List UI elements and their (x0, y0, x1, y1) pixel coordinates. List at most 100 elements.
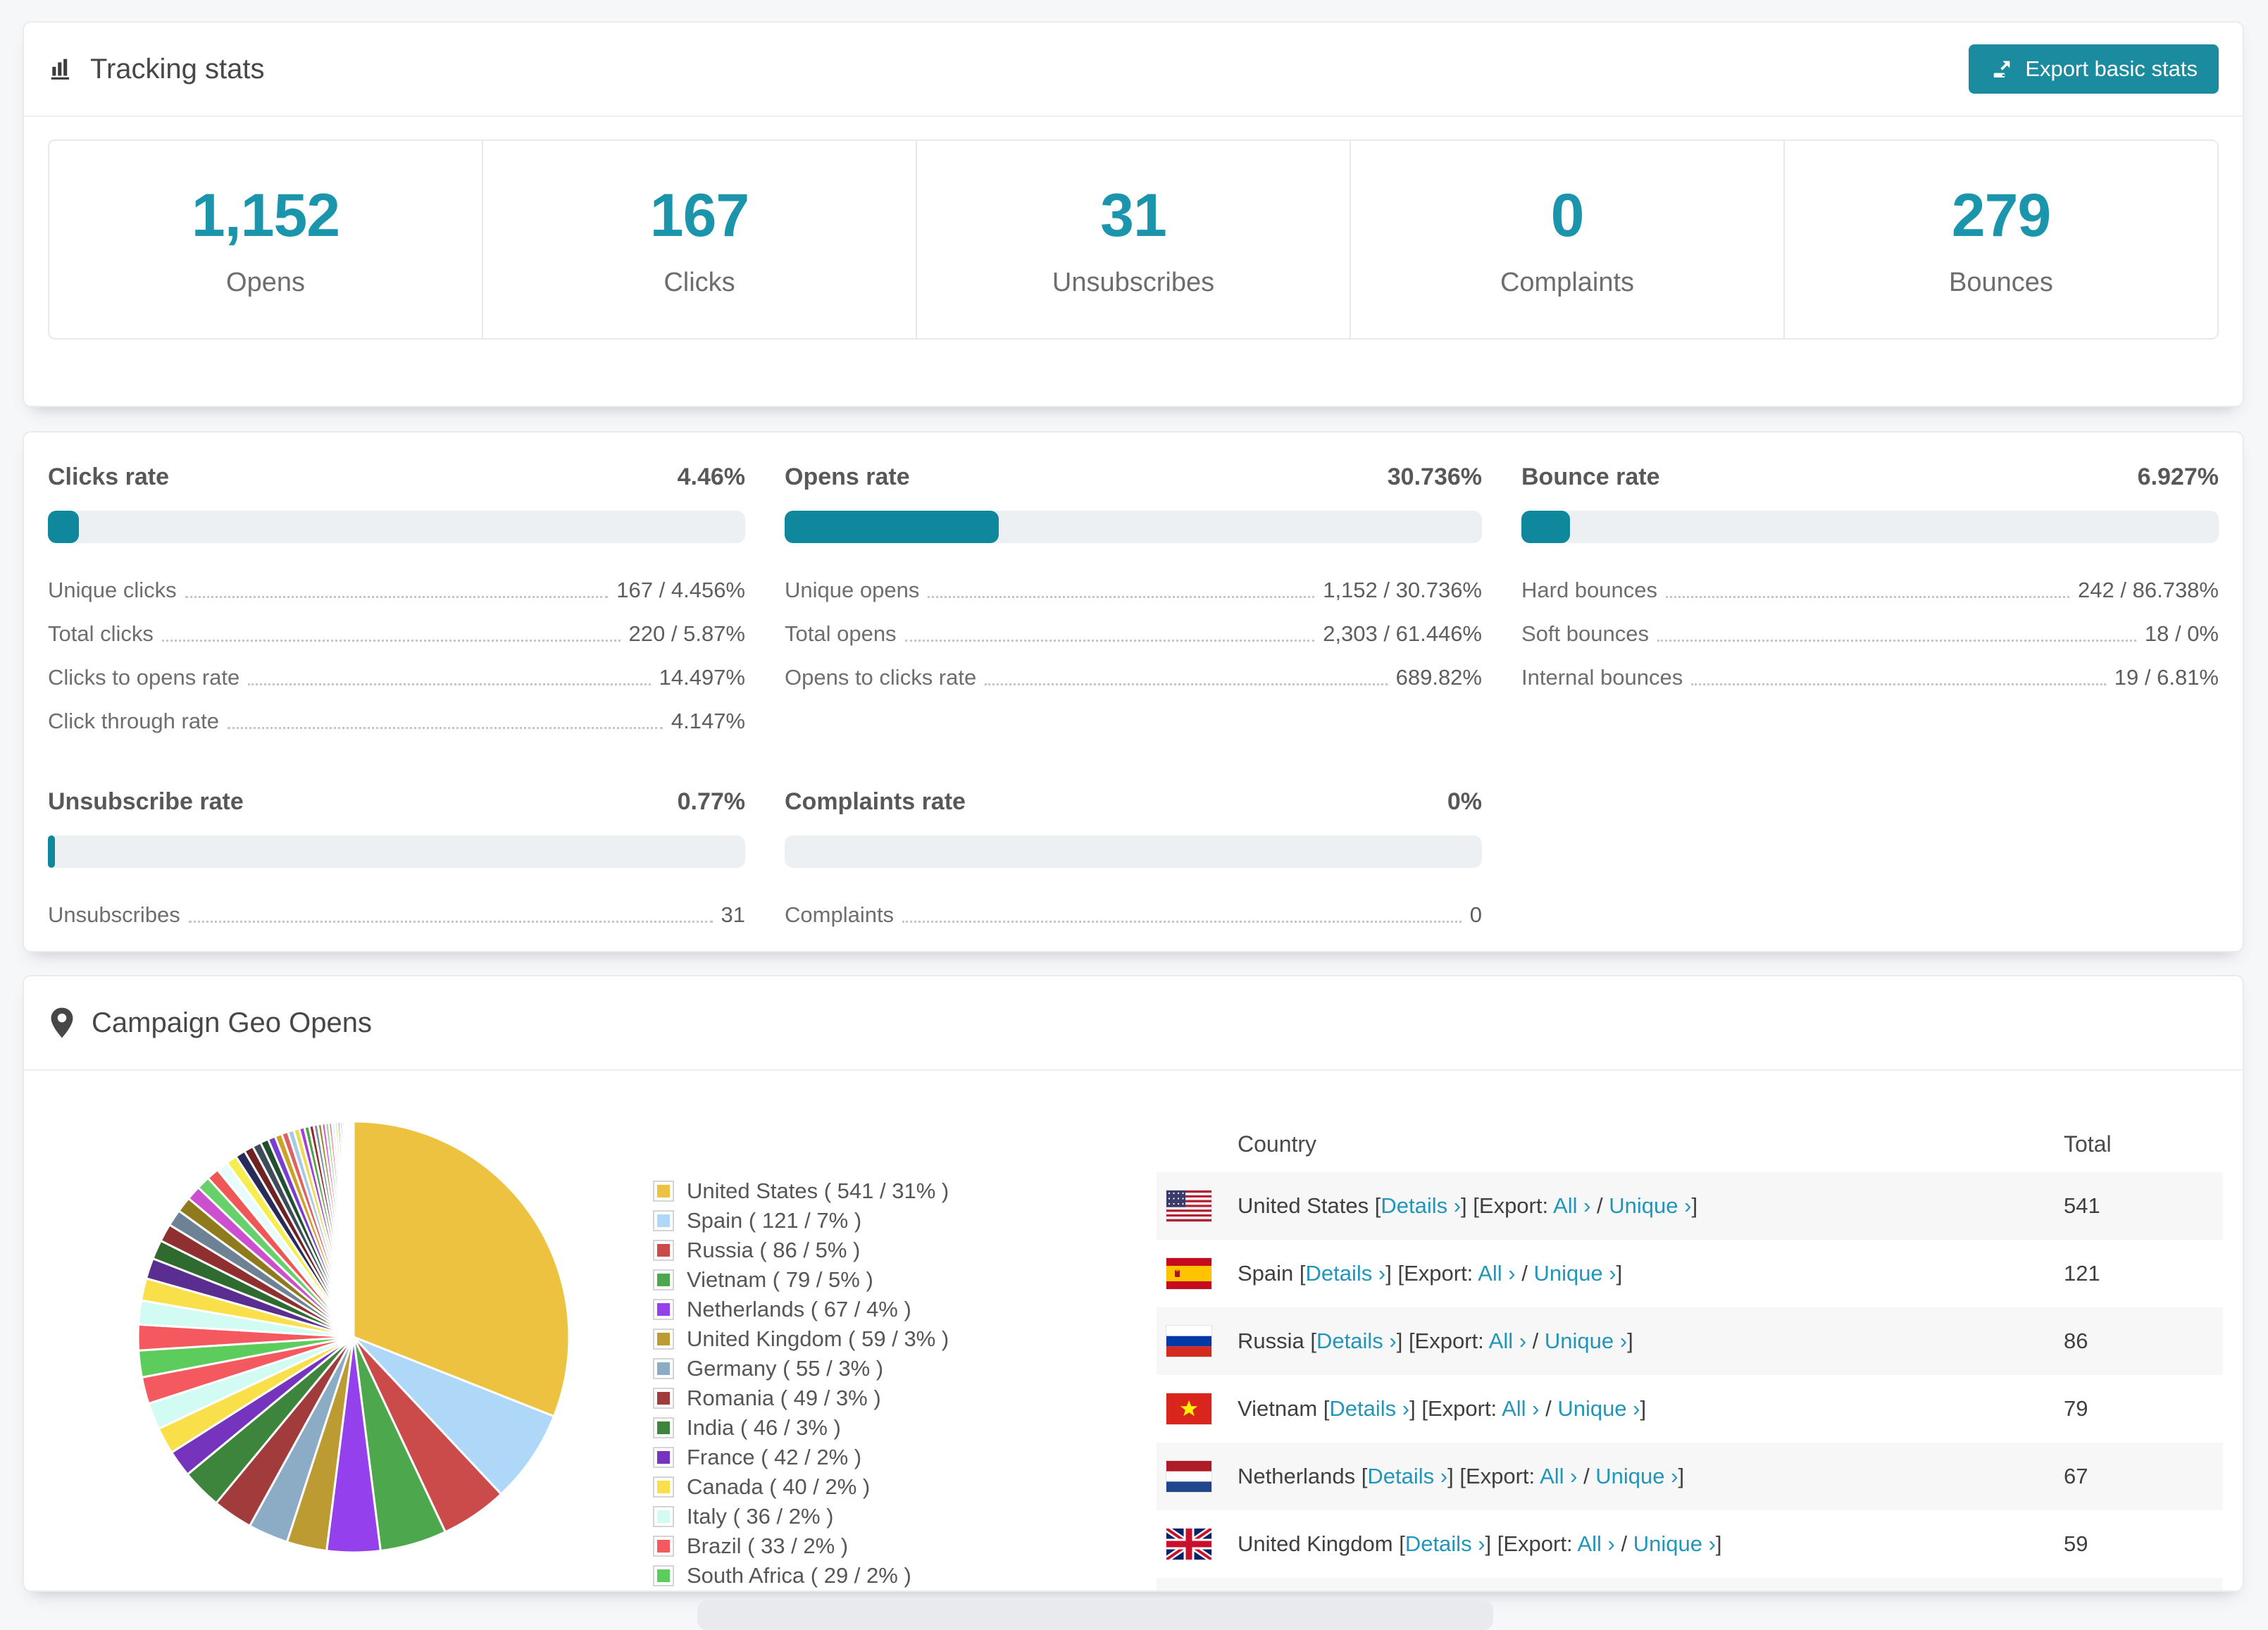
legend-label: Germany ( 55 / 3% ) (687, 1356, 884, 1381)
rate-stat-row: Total opens 2,303 / 61.446% (785, 611, 1482, 654)
summary-stat-cell: 0 Complaints (1350, 141, 1783, 338)
rate-title: Unsubscribe rate (48, 788, 244, 815)
country-table-row: Russia [Details ›] [Export: All › / Uniq… (1157, 1307, 2223, 1375)
legend-label: India ( 46 / 3% ) (687, 1415, 841, 1440)
summary-stat-value: 1,152 (191, 182, 340, 249)
rate-stat-label: Internal bounces (1521, 665, 1683, 690)
summary-stat-value: 167 (649, 182, 749, 249)
rate-stat-label: Click through rate (48, 709, 219, 733)
country-table-row: Vietnam [Details ›] [Export: All › / Uni… (1157, 1375, 2223, 1443)
flag-ru-icon (1157, 1326, 1238, 1357)
rates-grid: Clicks rate 4.46% Unique clicks 167 / 4.… (24, 433, 2243, 935)
export-basic-stats-button[interactable]: Export basic stats (1969, 44, 2219, 94)
rate-stat-value: 19 / 6.81% (2114, 665, 2219, 690)
export-all-link[interactable]: All › (1540, 1464, 1577, 1488)
export-unique-link[interactable]: Unique › (1545, 1329, 1627, 1353)
details-link[interactable]: Details › (1329, 1396, 1409, 1421)
legend-label: Vietnam ( 79 / 5% ) (687, 1267, 873, 1292)
legend-item: Russia ( 86 / 5% ) (653, 1236, 949, 1265)
rates-card: Clicks rate 4.46% Unique clicks 167 / 4.… (23, 431, 2244, 952)
geo-country-table: Country Total United States [Details ›] … (1157, 1116, 2223, 1591)
flag-us-icon (1166, 1190, 1211, 1221)
page-title: Tracking stats (90, 53, 265, 85)
rate-progress-bar (1521, 511, 2219, 543)
rate-stat-value: 2,303 / 61.446% (1323, 621, 1482, 646)
rate-block: Opens rate 30.736% Unique opens 1,152 / … (785, 464, 1482, 742)
details-link[interactable]: Details › (1381, 1193, 1461, 1218)
rate-stat-row: Clicks to opens rate 14.497% (48, 654, 745, 698)
rate-stat-label: Hard bounces (1521, 578, 1658, 602)
rate-progress-fill (785, 511, 999, 543)
legend-color-swatch (653, 1181, 674, 1202)
rate-stat-label: Unique clicks (48, 578, 177, 602)
rate-block: Unsubscribe rate 0.77% Unsubscribes 31 (48, 788, 745, 935)
rate-progress-fill (1521, 511, 1570, 543)
rate-stat-label: Unique opens (785, 578, 920, 602)
export-unique-link[interactable]: Unique › (1595, 1464, 1678, 1488)
export-unique-link[interactable]: Unique › (1633, 1531, 1716, 1556)
column-header-total: Total (2064, 1131, 2112, 1157)
tracking-stats-header: Tracking stats Export basic stats (24, 23, 2243, 117)
country-table-row: Netherlands [Details ›] [Export: All › /… (1157, 1443, 2223, 1510)
dotted-leader (1666, 596, 2070, 598)
geo-pie-chart[interactable] (128, 1112, 579, 1562)
legend-item: Vietnam ( 79 / 5% ) (653, 1265, 949, 1295)
export-all-link[interactable]: All › (1502, 1396, 1539, 1421)
legend-color-swatch (653, 1210, 674, 1231)
export-button-label: Export basic stats (2025, 56, 2198, 81)
summary-stat-cell: 279 Bounces (1783, 141, 2217, 338)
details-link[interactable]: Details › (1405, 1531, 1485, 1556)
rate-stat-value: 220 / 5.87% (628, 621, 745, 646)
rate-stat-label: Unsubscribes (48, 902, 180, 927)
rate-stat-label: Soft bounces (1521, 621, 1649, 646)
rate-stat-value: 689.82% (1395, 665, 1482, 690)
legend-color-swatch (653, 1329, 674, 1350)
legend-item: United States ( 541 / 31% ) (653, 1176, 949, 1206)
export-unique-link[interactable]: Unique › (1533, 1261, 1616, 1286)
rate-progress-bar (48, 511, 745, 543)
legend-label: Brazil ( 33 / 2% ) (687, 1533, 849, 1558)
rate-progress-bar (48, 835, 745, 868)
flag-vn-icon (1166, 1393, 1211, 1424)
export-all-link[interactable]: All › (1553, 1193, 1590, 1218)
export-all-link[interactable]: All › (1489, 1329, 1526, 1353)
summary-stat-label: Complaints (1500, 268, 1635, 297)
rate-stat-row: Total clicks 220 / 5.87% (48, 611, 745, 654)
rate-stat-value: 14.497% (659, 665, 745, 690)
legend-label: United States ( 541 / 31% ) (687, 1178, 949, 1203)
rate-stat-row: Unsubscribes 31 (48, 892, 745, 935)
rate-progress-fill (48, 511, 80, 543)
summary-stat-label: Unsubscribes (1052, 268, 1215, 297)
legend-item: Brazil ( 33 / 2% ) (653, 1531, 949, 1561)
export-unique-link[interactable]: Unique › (1609, 1193, 1691, 1218)
country-total: 121 (2064, 1261, 2100, 1286)
geo-title: Campaign Geo Opens (48, 1007, 372, 1039)
rate-stat-row: Opens to clicks rate 689.82% (785, 654, 1482, 698)
export-all-link[interactable]: All › (1478, 1261, 1515, 1286)
bar-chart-icon (51, 58, 70, 80)
legend-label: United Kingdom ( 59 / 3% ) (687, 1326, 949, 1351)
details-link[interactable]: Details › (1306, 1261, 1386, 1286)
legend-item: Italy ( 36 / 2% ) (653, 1502, 949, 1531)
country-total: 59 (2064, 1531, 2088, 1556)
geo-section-title: Campaign Geo Opens (92, 1007, 373, 1038)
country-table-row: Germany [Details ›] [Export: All › / Uni… (1157, 1578, 2223, 1591)
export-all-link[interactable]: All › (1577, 1531, 1614, 1556)
legend-color-swatch (653, 1358, 674, 1379)
export-unique-link[interactable]: Unique › (1557, 1396, 1640, 1421)
summary-stat-value: 31 (1100, 182, 1167, 249)
details-link[interactable]: Details › (1316, 1329, 1397, 1353)
country-table-row: Spain [Details ›] [Export: All › / Uniqu… (1157, 1240, 2223, 1307)
flag-vn-icon (1157, 1393, 1238, 1424)
geo-header: Campaign Geo Opens (24, 976, 2243, 1071)
dotted-leader (904, 640, 1315, 642)
details-link[interactable]: Details › (1367, 1464, 1447, 1488)
rate-stat-row: Unique opens 1,152 / 30.736% (785, 567, 1482, 611)
rate-title: Bounce rate (1521, 464, 1660, 490)
bottom-scrollbar[interactable] (697, 1600, 1493, 1630)
rate-stat-label: Total opens (785, 621, 897, 646)
summary-stat-label: Bounces (1949, 268, 2053, 297)
country-name: Netherlands (1238, 1464, 1356, 1488)
export-icon (1994, 61, 2010, 78)
campaign-geo-opens-card: Campaign Geo Opens United States ( 541 /… (23, 975, 2244, 1592)
